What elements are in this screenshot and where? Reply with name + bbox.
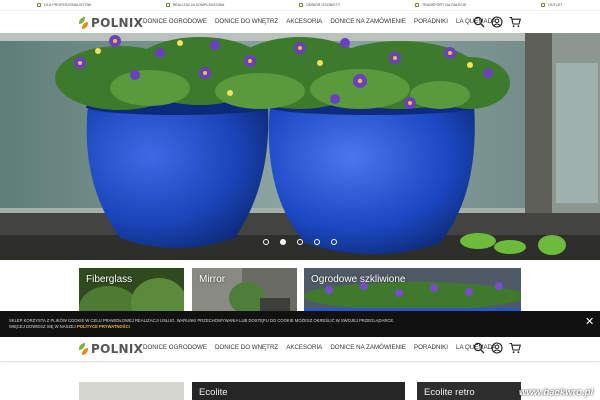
truck-icon — [414, 3, 419, 7]
category-tile-ecolite-retro[interactable]: Ecolite retro — [417, 382, 521, 400]
info-item[interactable]: REALIZACJA KOMPLEKSOWA — [165, 3, 225, 7]
logo-mark-icon — [79, 343, 88, 355]
info-item[interactable]: ODBIÓR OSOBISTY — [299, 3, 340, 7]
sticky-logo[interactable]: POLNIX — [79, 342, 143, 356]
nav-item-garden-pots[interactable]: DONICE OGRODOWE — [143, 18, 207, 25]
close-icon[interactable]: ✕ — [585, 317, 594, 328]
header-icons — [473, 15, 522, 28]
slider-dot[interactable] — [297, 239, 303, 245]
slider-dots — [0, 239, 600, 245]
category-tile-ecolite[interactable]: Ecolite — [192, 382, 405, 400]
percent-icon — [541, 3, 546, 7]
slider-dot[interactable] — [331, 239, 337, 245]
info-item[interactable]: TRANSPORT NA PALECIE — [414, 3, 467, 7]
nav-item-custom-pots[interactable]: DONICE NA ZAMÓWIENIE — [330, 344, 406, 351]
hero-image — [0, 33, 600, 260]
nav-item-guides[interactable]: PORADNIKI — [414, 344, 448, 351]
tile-label: Ecolite retro — [424, 387, 475, 398]
nav-item-garden-pots[interactable]: DONICE OGRODOWE — [143, 344, 207, 351]
nav-item-accessories[interactable]: AKCESORIA — [286, 344, 322, 351]
nav-item-guides[interactable]: PORADNIKI — [414, 18, 448, 25]
watermark: www.hackwro.pl — [519, 387, 594, 398]
info-item-label: TRANSPORT NA PALECIE — [421, 3, 467, 7]
account-icon[interactable] — [491, 15, 503, 28]
professional-icon — [37, 3, 42, 7]
info-item-label: OUTLET — [548, 3, 563, 7]
category-tile-bottom-1[interactable] — [79, 382, 184, 400]
info-item-label: REALIZACJA KOMPLEKSOWA — [172, 3, 225, 7]
sticky-nav: DONICE OGRODOWE DONICE DO WNĘTRZ AKCESOR… — [143, 344, 504, 351]
cookie-bar: SKLEP KORZYSTA Z PLIKÓW COOKIE W CELU PR… — [0, 311, 600, 337]
privacy-policy-link[interactable]: POLITYCE PRYWATNOŚCI — [77, 324, 130, 329]
nav-item-indoor-pots[interactable]: DONICE DO WNĘTRZ — [215, 344, 278, 351]
logo-mark-icon — [79, 17, 88, 29]
logo-text: POLNIX — [91, 16, 144, 30]
complex-realization-icon — [165, 3, 170, 7]
tile-label: Mirror — [199, 274, 226, 285]
info-item-label: DLA PROFESJONALISTÓW — [44, 3, 92, 7]
info-item[interactable]: DLA PROFESJONALISTÓW — [37, 3, 91, 7]
tile-label: Fiberglass — [86, 274, 133, 285]
slider-dot-active[interactable] — [280, 239, 286, 245]
main-header: POLNIX DONICE OGRODOWE DONICE DO WNĘTRZ … — [0, 11, 600, 33]
info-item[interactable]: OUTLET — [541, 3, 563, 7]
cart-icon[interactable] — [509, 15, 522, 28]
nav-item-indoor-pots[interactable]: DONICE DO WNĘTRZ — [215, 18, 278, 25]
info-bar: DLA PROFESJONALISTÓW REALIZACJA KOMPLEKS… — [0, 0, 600, 11]
pickup-icon — [299, 3, 304, 7]
tile-label: Ecolite — [199, 387, 228, 398]
tile-label: Ogrodowe szkliwione — [311, 274, 406, 285]
search-icon[interactable] — [473, 341, 485, 354]
slider-dot[interactable] — [263, 239, 269, 245]
main-nav: DONICE OGRODOWE DONICE DO WNĘTRZ AKCESOR… — [143, 18, 504, 25]
cookie-text-line2: WIĘCEJ DOWIESZ SIĘ W NASZEJ — [9, 324, 76, 329]
hero-banner[interactable] — [0, 33, 600, 260]
cookie-text-line1: SKLEP KORZYSTA Z PLIKÓW COOKIE W CELU PR… — [9, 318, 395, 323]
account-icon[interactable] — [491, 341, 503, 354]
logo[interactable]: POLNIX — [79, 16, 143, 30]
cart-icon[interactable] — [509, 341, 522, 354]
slider-dot[interactable] — [314, 239, 320, 245]
sticky-header: POLNIX DONICE OGRODOWE DONICE DO WNĘTRZ … — [0, 337, 600, 361]
info-item-label: ODBIÓR OSOBISTY — [306, 3, 341, 7]
sticky-header-icons — [473, 341, 522, 354]
nav-item-accessories[interactable]: AKCESORIA — [286, 18, 322, 25]
search-icon[interactable] — [473, 15, 485, 28]
cookie-text: SKLEP KORZYSTA Z PLIKÓW COOKIE W CELU PR… — [9, 318, 569, 330]
nav-item-custom-pots[interactable]: DONICE NA ZAMÓWIENIE — [330, 18, 406, 25]
logo-text: POLNIX — [91, 342, 144, 356]
